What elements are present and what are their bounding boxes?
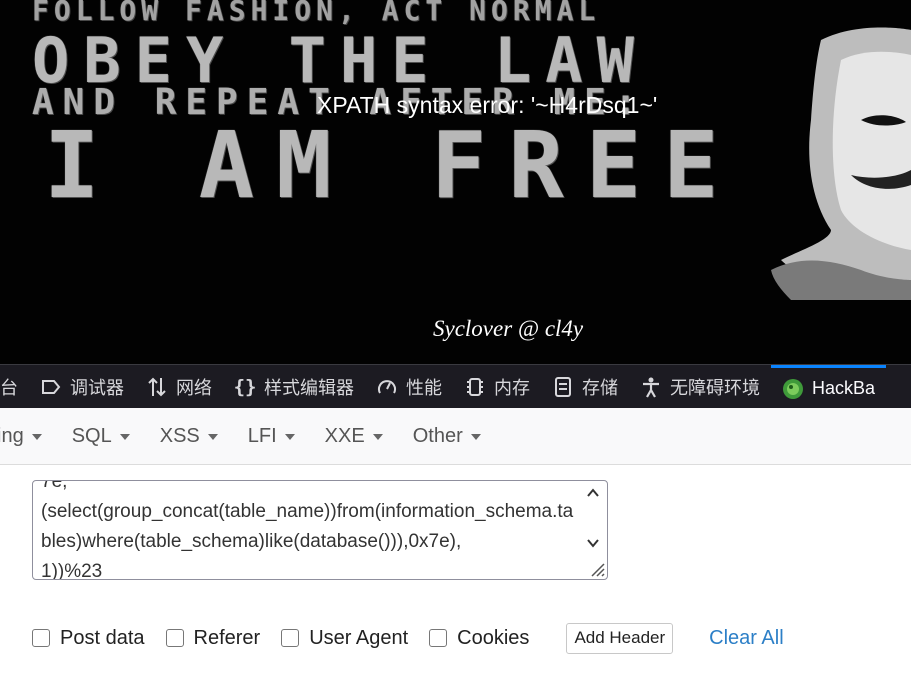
add-header-button[interactable]: Add Header xyxy=(566,622,674,654)
hackbar-logo-icon xyxy=(782,378,804,400)
post-data-checkbox[interactable] xyxy=(32,629,50,647)
tab-hackbar[interactable]: HackBa xyxy=(771,365,887,409)
network-arrows-icon xyxy=(146,376,168,398)
tab-storage[interactable]: 存储 xyxy=(541,365,629,409)
clear-all-link[interactable]: Clear All xyxy=(709,627,783,650)
menu-label: LFI xyxy=(247,424,277,447)
devtools-tab-bar: 台 调试器 网络 {} 样式编辑器 性能 内存 存储 无障碍环境 HackBa xyxy=(0,364,911,409)
menu-label: SQL xyxy=(71,424,112,447)
chevron-down-icon xyxy=(470,434,481,440)
web-page-view: FOLLOW FASHION, ACT NORMAL OBEY THE LAW … xyxy=(0,0,911,364)
post-data-option[interactable]: Post data xyxy=(32,627,145,650)
braces-icon: {} xyxy=(233,376,257,398)
menu-label: Other xyxy=(412,424,463,447)
referer-option[interactable]: Referer xyxy=(165,626,261,650)
poster-text-line: FOLLOW FASHION, ACT NORMAL xyxy=(32,0,601,27)
scroll-up-arrow-icon[interactable] xyxy=(587,487,599,499)
menu-xxe[interactable]: XXE xyxy=(310,425,398,448)
chevron-down-icon xyxy=(284,434,295,440)
user-agent-option[interactable]: User Agent xyxy=(281,627,408,650)
tab-accessibility[interactable]: 无障碍环境 xyxy=(629,365,771,409)
tab-network[interactable]: 网络 xyxy=(135,365,223,409)
tab-performance[interactable]: 性能 xyxy=(365,365,453,409)
menu-label: XSS xyxy=(159,424,200,447)
signature-text: Syclover @ cl4y xyxy=(433,316,584,341)
tab-label: 内存 xyxy=(494,378,530,398)
menu-other[interactable]: Other xyxy=(398,425,496,448)
user-agent-checkbox[interactable] xyxy=(281,629,300,647)
tab-label: 样式编辑器 xyxy=(264,378,354,398)
menu-xss[interactable]: XSS xyxy=(145,425,233,448)
cookies-checkbox[interactable] xyxy=(429,629,448,647)
hackbar-menu-bar: ing SQL XSS LFI XXE Other xyxy=(0,408,911,465)
tab-label: 存储 xyxy=(582,378,618,398)
poster-text-line: I AM FREE xyxy=(44,112,741,219)
menu-encoding[interactable]: ing xyxy=(0,425,57,448)
referer-checkbox[interactable] xyxy=(165,629,184,647)
menu-label: ing xyxy=(0,424,24,447)
tab-label: 调试器 xyxy=(70,378,124,398)
user-agent-label: User Agent xyxy=(309,626,409,649)
tab-label: 台 xyxy=(0,378,18,398)
chevron-down-icon xyxy=(31,434,42,440)
cookies-label: Cookies xyxy=(457,626,530,649)
chevron-down-icon xyxy=(207,434,218,440)
tab-label: HackBa xyxy=(812,378,876,398)
tab-memory[interactable]: 内存 xyxy=(453,365,541,409)
gauge-icon xyxy=(376,376,398,398)
storage-icon xyxy=(552,376,574,398)
tab-label: 网络 xyxy=(176,378,212,398)
xpath-error-message: XPATH syntax error: '~H4rDsq1~' xyxy=(317,92,658,118)
menu-lfi[interactable]: LFI xyxy=(233,425,310,448)
accessibility-icon xyxy=(640,376,662,398)
post-data-label: Post data xyxy=(60,626,145,649)
tab-label: 无障碍环境 xyxy=(670,378,760,398)
menu-label: XXE xyxy=(324,424,365,447)
guy-fawkes-mask-image xyxy=(771,27,911,300)
tab-console[interactable]: 台 xyxy=(0,365,29,409)
tab-label: 性能 xyxy=(406,378,442,398)
tab-style-editor[interactable]: {} 样式编辑器 xyxy=(223,365,365,409)
chevron-down-icon xyxy=(372,434,383,440)
debugger-icon xyxy=(40,376,62,398)
chevron-down-icon xyxy=(119,434,130,440)
resize-grip-icon[interactable] xyxy=(587,559,605,577)
referer-label: Referer xyxy=(193,626,261,649)
url-textarea-value[interactable]: 7e, (select(group_concat(table_name))fro… xyxy=(41,481,577,579)
menu-sql[interactable]: SQL xyxy=(57,425,145,448)
cookies-option[interactable]: Cookies xyxy=(429,627,529,650)
tab-debugger[interactable]: 调试器 xyxy=(29,365,135,409)
hackbar-options-row: Post data Referer User Agent Cookies Add… xyxy=(32,622,784,654)
memory-chip-icon xyxy=(464,376,486,398)
url-textarea[interactable]: 7e, (select(group_concat(table_name))fro… xyxy=(32,480,608,580)
scroll-down-arrow-icon[interactable] xyxy=(587,537,599,549)
